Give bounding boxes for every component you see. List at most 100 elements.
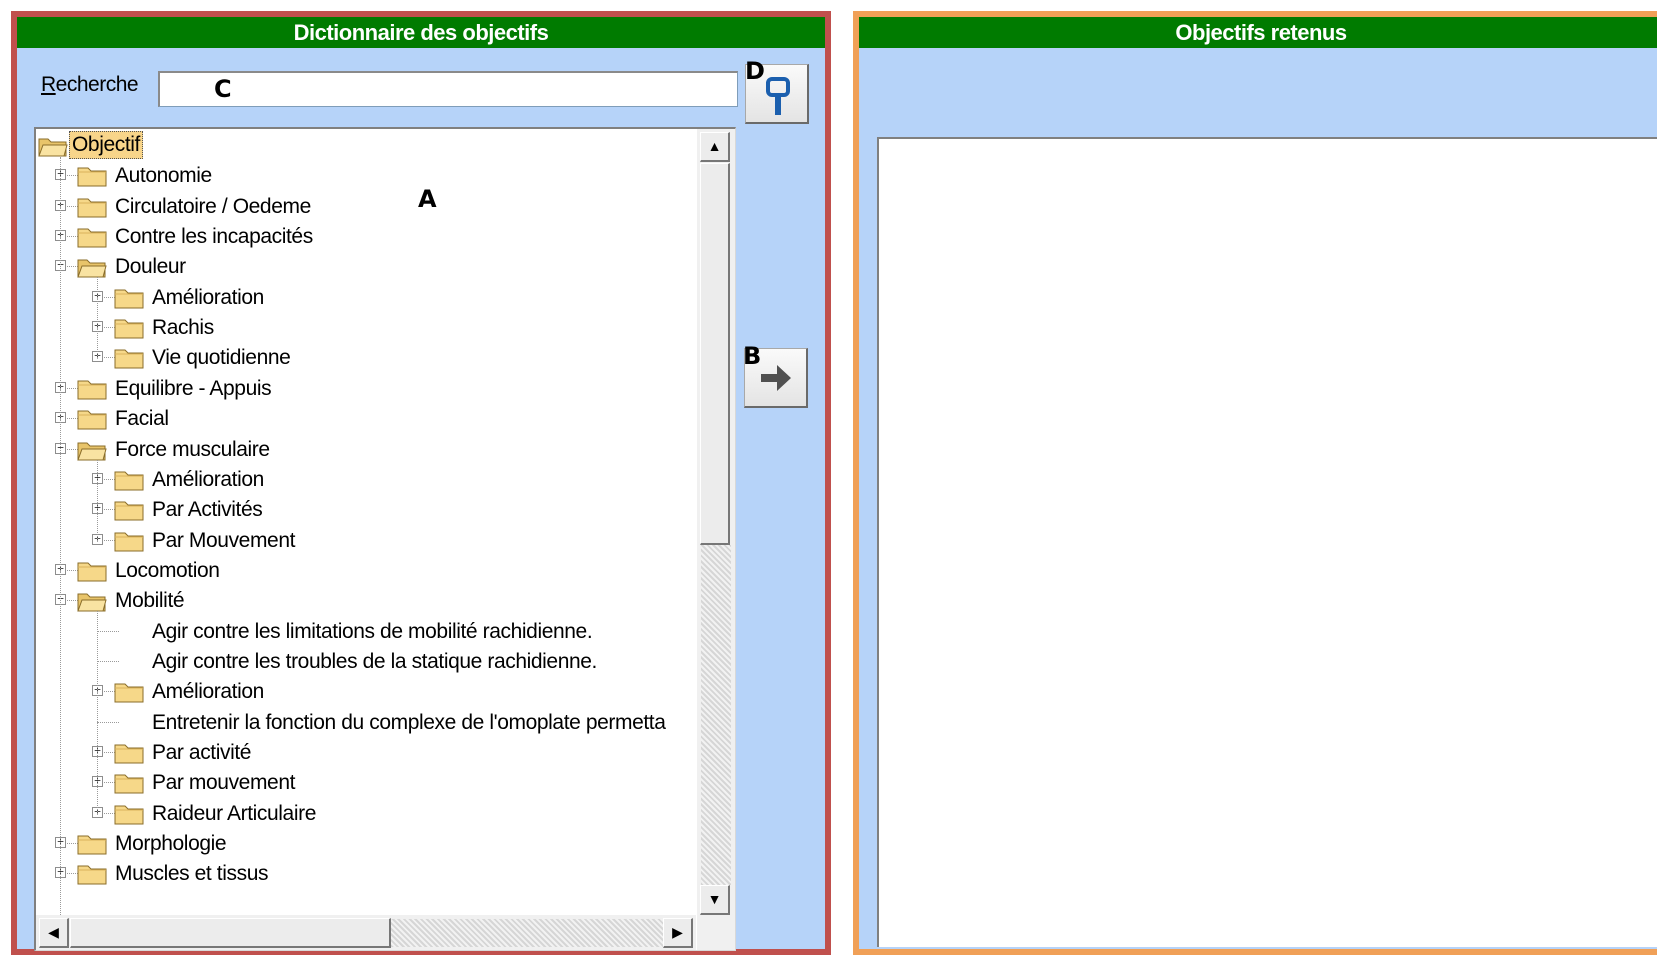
tree-item-label: Morphologie [115, 832, 227, 856]
search-label-hotkey: R [41, 73, 56, 96]
annotation-b: B [743, 342, 762, 370]
tree-item-label: Amélioration [152, 680, 264, 704]
tree-folder-item[interactable]: + Muscles et tissus [36, 858, 696, 890]
scroll-left-icon[interactable]: ◀ [39, 918, 69, 948]
tree-item-label: Objectif [69, 131, 143, 159]
tree-folder-item[interactable]: + Autonomie [36, 160, 696, 192]
tree-item-label: Par Mouvement [152, 528, 296, 552]
tree-folder-item[interactable]: + Par activité [36, 737, 696, 769]
folder-icon [114, 469, 144, 491]
tree-leaf-item[interactable]: Agir contre les limitations de mobilité … [36, 616, 696, 648]
tree-item-label: Contre les incapacités [115, 225, 313, 249]
tree-folder-item[interactable]: + Par mouvement [36, 767, 696, 799]
tree-item-label: Rachis [152, 316, 214, 340]
tree-folder-item[interactable]: − Force musculaire [36, 434, 696, 466]
annotation-a: A [418, 185, 437, 213]
scroll-down-icon[interactable]: ▼ [700, 885, 730, 915]
vertical-scroll-track[interactable] [701, 545, 731, 885]
horizontal-scrollbar[interactable]: ◀ ▶ [36, 915, 696, 950]
folder-icon [114, 287, 144, 309]
tree-content: Objectif + Autonomie + Circulatoire / Oedeme… [36, 129, 696, 917]
tree-folder-item[interactable]: + Morphologie [36, 828, 696, 860]
tree-folder-item[interactable]: + Rachis [36, 312, 696, 344]
tree-folder-item[interactable]: + Raideur Articulaire [36, 798, 696, 830]
tree-connector [97, 721, 119, 723]
folder-icon [114, 530, 144, 552]
tree-item-label: Mobilité [115, 589, 185, 613]
tree-item-label: Muscles et tissus [115, 862, 269, 886]
tree-item-label: Raideur Articulaire [152, 801, 316, 825]
tree-item-label: Autonomie [115, 164, 212, 188]
tree-folder-item[interactable]: + Par Mouvement [36, 525, 696, 557]
tree-item-label: Entretenir la fonction du complexe de l'… [152, 710, 666, 734]
tree-item-label: Facial [115, 407, 169, 431]
selected-objectives-title: Objectifs retenus [859, 17, 1657, 48]
tree-item-label: Par Activités [152, 498, 263, 522]
horizontal-scroll-track[interactable] [391, 919, 666, 947]
folder-open-icon [77, 256, 107, 278]
objectives-tree[interactable]: Objectif + Autonomie + Circulatoire / Oedeme… [34, 127, 736, 951]
folder-open-icon [77, 590, 107, 612]
tree-item-label: Agir contre les troubles de la statique … [152, 649, 597, 673]
tree-item-label: Circulatoire / Oedeme [115, 194, 311, 218]
selected-objectives-panel: Objectifs retenus [853, 11, 1657, 955]
folder-icon [77, 863, 107, 885]
tree-folder-item[interactable]: Objectif [36, 130, 696, 162]
tree-guide-line [60, 157, 61, 917]
tree-folder-item[interactable]: + Contre les incapacités [36, 221, 696, 253]
tree-item-label: Amélioration [152, 467, 264, 491]
tree-leaf-item[interactable]: Entretenir la fonction du complexe de l'… [36, 707, 696, 739]
tree-guide-line [97, 611, 98, 814]
folder-icon [114, 347, 144, 369]
vertical-scrollbar[interactable]: ▲ ▼ [697, 129, 735, 917]
tree-folder-item[interactable]: − Douleur [36, 251, 696, 283]
tree-leaf-item[interactable]: Agir contre les troubles de la statique … [36, 646, 696, 678]
folder-icon [77, 408, 107, 430]
tree-folder-item[interactable]: + Locomotion [36, 555, 696, 587]
scroll-up-icon[interactable]: ▲ [700, 132, 730, 162]
tree-folder-item[interactable]: + Amélioration [36, 282, 696, 314]
tree-item-label: Par mouvement [152, 771, 296, 795]
tree-item-label: Amélioration [152, 285, 264, 309]
selected-objectives-list[interactable] [877, 137, 1657, 947]
folder-icon [77, 165, 107, 187]
tree-item-label: Par activité [152, 741, 252, 764]
tree-connector [97, 660, 119, 662]
folder-icon [77, 560, 107, 582]
tree-item-label: Douleur [115, 255, 186, 279]
folder-icon [114, 742, 144, 764]
tree-guide-line [97, 459, 98, 541]
tree-connector [97, 630, 119, 632]
tree-folder-item[interactable]: − Mobilité [36, 585, 696, 617]
tree-folder-item[interactable]: + Vie quotidienne [36, 342, 696, 374]
search-label-text: echerche [55, 73, 139, 96]
folder-icon [77, 196, 107, 218]
scroll-right-icon[interactable]: ▶ [663, 918, 693, 948]
folder-icon [77, 226, 107, 248]
tree-item-label: Agir contre les limitations de mobilité … [152, 619, 593, 643]
tree-folder-item[interactable]: + Par Activités [36, 494, 696, 526]
tree-folder-item[interactable]: + Amélioration [36, 676, 696, 708]
search-label: Recherche [41, 73, 139, 97]
folder-icon [114, 803, 144, 825]
tree-item-label: Equilibre - Appuis [115, 376, 272, 400]
folder-icon [114, 499, 144, 521]
dictionary-title: Dictionnaire des objectifs [17, 17, 825, 48]
tree-item-label: Vie quotidienne [152, 346, 291, 370]
annotation-d: D [745, 57, 765, 85]
horizontal-scroll-thumb[interactable] [70, 918, 391, 948]
tree-folder-item[interactable]: + Amélioration [36, 464, 696, 496]
annotation-c: C [214, 75, 232, 103]
tree-item-label: Force musculaire [115, 437, 270, 461]
folder-icon [77, 378, 107, 400]
search-input[interactable] [158, 71, 738, 107]
folder-icon [114, 772, 144, 794]
vertical-scroll-thumb[interactable] [700, 163, 730, 545]
folder-open-icon [77, 439, 107, 461]
scrollbar-corner [697, 915, 735, 950]
tree-folder-item[interactable]: + Facial [36, 403, 696, 435]
tree-guide-line [97, 277, 98, 359]
tree-folder-item[interactable]: + Equilibre - Appuis [36, 373, 696, 405]
tree-folder-item[interactable]: + Circulatoire / Oedeme [36, 191, 696, 223]
folder-icon [77, 833, 107, 855]
